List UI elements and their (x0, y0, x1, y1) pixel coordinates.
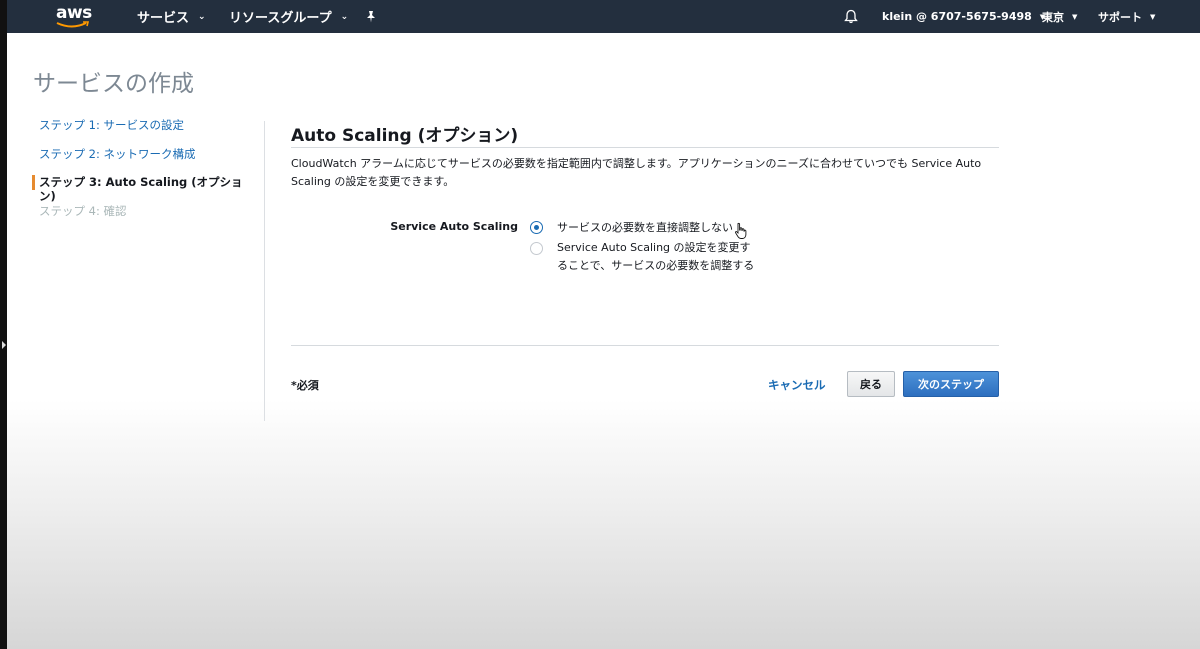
bell-icon[interactable] (844, 0, 858, 33)
caret-down-icon: ▼ (1072, 12, 1078, 21)
expand-arrow-icon[interactable] (2, 341, 6, 349)
required-note: *必須 (291, 379, 319, 392)
hand-cursor-icon (735, 222, 747, 239)
section-description: CloudWatch アラームに応じてサービスの必要数を指定範囲内で調整します。… (291, 157, 982, 188)
top-navbar: aws サービス ⌄ リソースグループ ⌄ klein @ 6707-5675-… (7, 0, 1200, 33)
services-menu-label: サービス (137, 11, 190, 26)
vertical-divider (264, 121, 265, 421)
radio-configure-scaling[interactable] (530, 242, 543, 255)
caret-down-icon: ▼ (1150, 12, 1156, 21)
back-button[interactable]: 戻る (847, 371, 895, 397)
region-menu-label: 東京 (1042, 10, 1064, 24)
chevron-down-icon: ⌄ (198, 11, 206, 22)
resource-groups-menu[interactable]: リソースグループ ⌄ (229, 0, 348, 33)
wizard-steps: ステップ 1: サービスの設定 ステップ 2: ネットワーク構成 ステップ 3:… (32, 118, 252, 232)
footer-divider (291, 345, 999, 346)
radio-no-adjust-label[interactable]: サービスの必要数を直接調整しない (557, 219, 757, 237)
resource-groups-menu-label: リソースグループ (229, 11, 332, 26)
support-menu-label: サポート (1098, 10, 1142, 24)
region-menu[interactable]: 東京 ▼ (1042, 0, 1077, 33)
radio-no-adjust[interactable] (530, 221, 543, 234)
support-menu[interactable]: サポート ▼ (1098, 0, 1155, 33)
next-step-button[interactable]: 次のステップ (903, 371, 999, 397)
step-3-current: ステップ 3: Auto Scaling (オプション) (32, 175, 252, 204)
section-divider (291, 147, 999, 148)
step-2-link[interactable]: ステップ 2: ネットワーク構成 (32, 147, 252, 176)
section-title: Auto Scaling (オプション) (291, 126, 519, 146)
account-menu[interactable]: klein @ 6707-5675-9498 ▼ (882, 0, 1045, 33)
pin-icon[interactable] (365, 0, 377, 33)
window-left-edge (0, 0, 7, 649)
service-auto-scaling-label: Service Auto Scaling (390, 220, 518, 233)
step-1-link[interactable]: ステップ 1: サービスの設定 (32, 118, 252, 147)
step-4-disabled: ステップ 4: 確認 (39, 203, 127, 218)
account-menu-label: klein @ 6707-5675-9498 (882, 10, 1032, 23)
cancel-button[interactable]: キャンセル (768, 377, 826, 393)
aws-logo[interactable]: aws (56, 0, 92, 33)
services-menu[interactable]: サービス ⌄ (137, 0, 206, 33)
chevron-down-icon: ⌄ (340, 11, 349, 22)
radio-configure-scaling-label[interactable]: Service Auto Scaling の設定を変更することで、サービスの必要… (557, 239, 757, 274)
page-title: サービスの作成 (33, 71, 194, 97)
aws-smile-icon (56, 20, 90, 27)
